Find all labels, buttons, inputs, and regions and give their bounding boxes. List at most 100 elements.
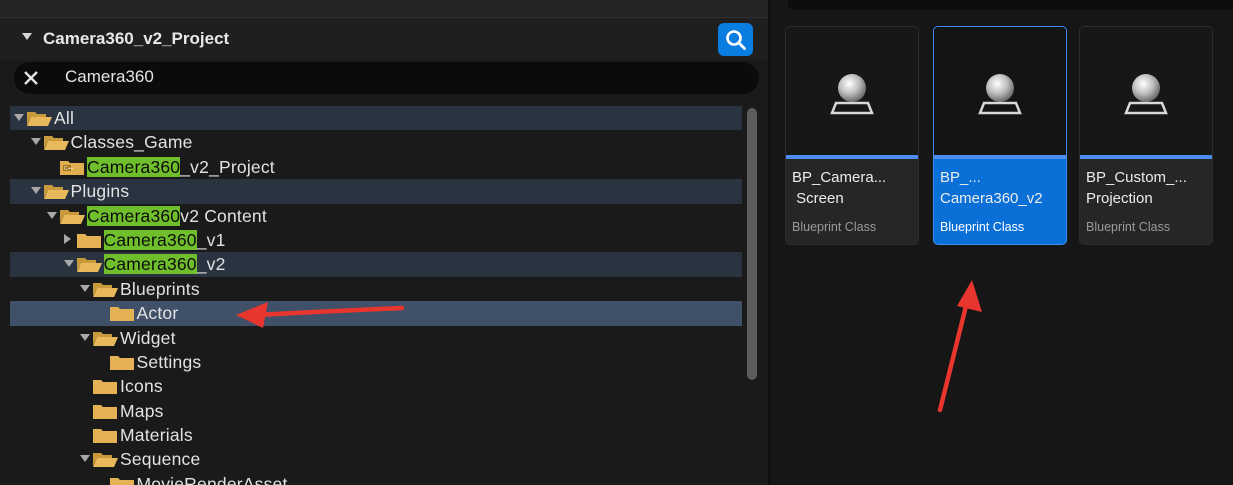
tree-item-text: Actor bbox=[136, 303, 179, 324]
expand-arrow-down-icon[interactable] bbox=[30, 138, 41, 146]
tree-row[interactable]: Materials bbox=[10, 423, 742, 447]
tree-row[interactable]: Sequence bbox=[10, 447, 742, 471]
asset-thumbnail bbox=[934, 27, 1066, 155]
tree-row[interactable]: Actor bbox=[10, 301, 742, 326]
folder-open-icon bbox=[93, 453, 118, 468]
expand-arrow-down-icon[interactable] bbox=[47, 211, 57, 219]
tree-item-label: Maps bbox=[120, 401, 164, 422]
path-search-input[interactable]: Camera360 bbox=[14, 62, 759, 94]
expand-arrow-down-icon[interactable] bbox=[80, 333, 90, 341]
tree-item-text: Maps bbox=[120, 400, 164, 421]
tree-item-text: Blueprints bbox=[120, 278, 200, 299]
tree-row[interactable]: Camera360v2 Content bbox=[10, 204, 742, 228]
tree-item-text: v2 Content bbox=[180, 205, 267, 226]
expand-arrow-down-icon[interactable] bbox=[63, 260, 74, 268]
folder-tree: All Classes_Game C++ Camera360_v2_Project Pl… bbox=[10, 106, 742, 485]
tree-item-text: MovieRenderAsset bbox=[136, 473, 288, 485]
cpp-folder-icon: C++ bbox=[60, 160, 84, 175]
tree-item-label: All bbox=[54, 108, 74, 129]
search-toggle-button[interactable] bbox=[718, 23, 753, 56]
tree-row[interactable]: Icons bbox=[10, 374, 742, 398]
folder-icon bbox=[109, 307, 134, 322]
asset-type: Blueprint Class bbox=[1086, 220, 1171, 234]
tree-row[interactable]: MovieRenderAsset bbox=[10, 472, 742, 485]
project-header[interactable]: Camera360_v2_Project bbox=[0, 18, 768, 60]
expand-arrow-down-icon[interactable] bbox=[14, 114, 24, 121]
tree-item-text: _v2 bbox=[196, 254, 226, 275]
tree-item-text: Classes_Game bbox=[70, 132, 193, 153]
tree-item-label: Camera360_v1 bbox=[103, 229, 226, 251]
tree-item-label: Camera360v2 Content bbox=[87, 205, 267, 227]
tree-item-text: Plugins bbox=[70, 181, 130, 202]
tree-row[interactable]: Maps bbox=[10, 399, 742, 423]
folder-icon bbox=[93, 380, 117, 395]
tree-item-label: Classes_Game bbox=[71, 132, 193, 153]
tree-item-text: Settings bbox=[136, 351, 202, 372]
folder-icon bbox=[109, 355, 134, 370]
tree-scrollbar[interactable] bbox=[747, 108, 757, 380]
asset-type-color-bar bbox=[786, 155, 918, 159]
asset-thumbnail bbox=[786, 27, 918, 155]
project-title: Camera360_v2_Project bbox=[43, 29, 230, 48]
tree-item-label: Blueprints bbox=[120, 279, 200, 300]
asset-name: BP_Camera... Screen bbox=[792, 169, 887, 207]
asset-type-color-bar bbox=[934, 155, 1066, 159]
tree-row[interactable]: Camera360_v2 bbox=[10, 252, 742, 277]
tree-item-text: _v1 bbox=[196, 229, 226, 250]
tree-row[interactable]: Camera360_v1 bbox=[10, 228, 742, 252]
tree-item-label: Materials bbox=[120, 425, 193, 446]
panel-toolbar bbox=[0, 0, 768, 18]
asset-name: BP_... Camera360_v2 bbox=[940, 169, 1043, 207]
tree-row[interactable]: Classes_Game bbox=[10, 130, 742, 154]
search-match-highlight: Camera360 bbox=[87, 205, 181, 226]
tree-item-label: Settings bbox=[137, 352, 202, 373]
search-match-highlight: Camera360 bbox=[87, 156, 181, 177]
search-input-value[interactable]: Camera360 bbox=[65, 67, 154, 87]
expand-arrow-down-icon[interactable] bbox=[80, 284, 90, 292]
tree-item-label: Sequence bbox=[120, 449, 200, 470]
svg-text:C++: C++ bbox=[64, 166, 74, 172]
folder-open-icon bbox=[93, 282, 118, 297]
tree-row[interactable]: All bbox=[10, 106, 742, 131]
tree-item-label: Widget bbox=[120, 328, 176, 349]
tree-row[interactable]: Blueprints bbox=[10, 277, 742, 301]
search-match-highlight: Camera360 bbox=[103, 229, 197, 250]
tree-item-text: Materials bbox=[120, 425, 193, 446]
tree-item-label: Camera360_v2 bbox=[103, 254, 226, 275]
tree-row[interactable]: Plugins bbox=[10, 179, 742, 204]
search-icon bbox=[726, 30, 746, 50]
asset-view-panel: BP_Camera... Screen Blueprint Class BP_...… bbox=[772, 0, 1233, 485]
expand-arrow-down-icon[interactable] bbox=[80, 455, 90, 463]
actor-sphere-icon bbox=[830, 74, 874, 115]
tree-row[interactable]: Settings bbox=[10, 350, 742, 374]
asset-tile[interactable]: BP_Camera... Screen Blueprint Class bbox=[785, 26, 919, 245]
asset-search-bar[interactable] bbox=[788, 0, 1233, 10]
asset-tile[interactable]: BP_... Camera360_v2 Blueprint Class bbox=[933, 26, 1067, 245]
clear-search-icon[interactable] bbox=[23, 70, 39, 86]
tree-item-text: Icons bbox=[120, 376, 163, 397]
tree-row[interactable]: C++ Camera360_v2_Project bbox=[10, 155, 742, 179]
asset-tile[interactable]: BP_Custom_... Projection Blueprint Class bbox=[1079, 26, 1213, 245]
asset-type: Blueprint Class bbox=[792, 220, 877, 234]
collapse-arrow-icon[interactable] bbox=[22, 33, 32, 40]
tree-item-text: All bbox=[54, 108, 75, 128]
folder-open-icon bbox=[43, 185, 69, 200]
tree-item-label: Plugins bbox=[71, 181, 130, 202]
expand-arrow-right-icon[interactable] bbox=[63, 233, 71, 244]
folder-icon bbox=[76, 233, 101, 248]
folder-open-icon bbox=[43, 136, 69, 151]
folder-open-icon bbox=[60, 209, 85, 224]
tree-item-label: Camera360_v2_Project bbox=[87, 156, 275, 178]
tree-item-label: Actor bbox=[137, 303, 179, 324]
actor-sphere-icon bbox=[1124, 74, 1168, 115]
asset-name: BP_Custom_... Projection bbox=[1086, 169, 1187, 207]
tree-item-label: MovieRenderAsset bbox=[137, 474, 288, 485]
expand-arrow-down-icon[interactable] bbox=[30, 187, 41, 195]
actor-sphere-icon bbox=[978, 74, 1022, 115]
search-match-highlight: Camera360 bbox=[103, 254, 197, 275]
tree-item-text: Sequence bbox=[120, 449, 201, 470]
folder-open-icon bbox=[76, 258, 102, 273]
tree-row[interactable]: Widget bbox=[10, 326, 742, 350]
asset-type: Blueprint Class bbox=[940, 220, 1025, 234]
folder-open-icon bbox=[27, 112, 52, 126]
